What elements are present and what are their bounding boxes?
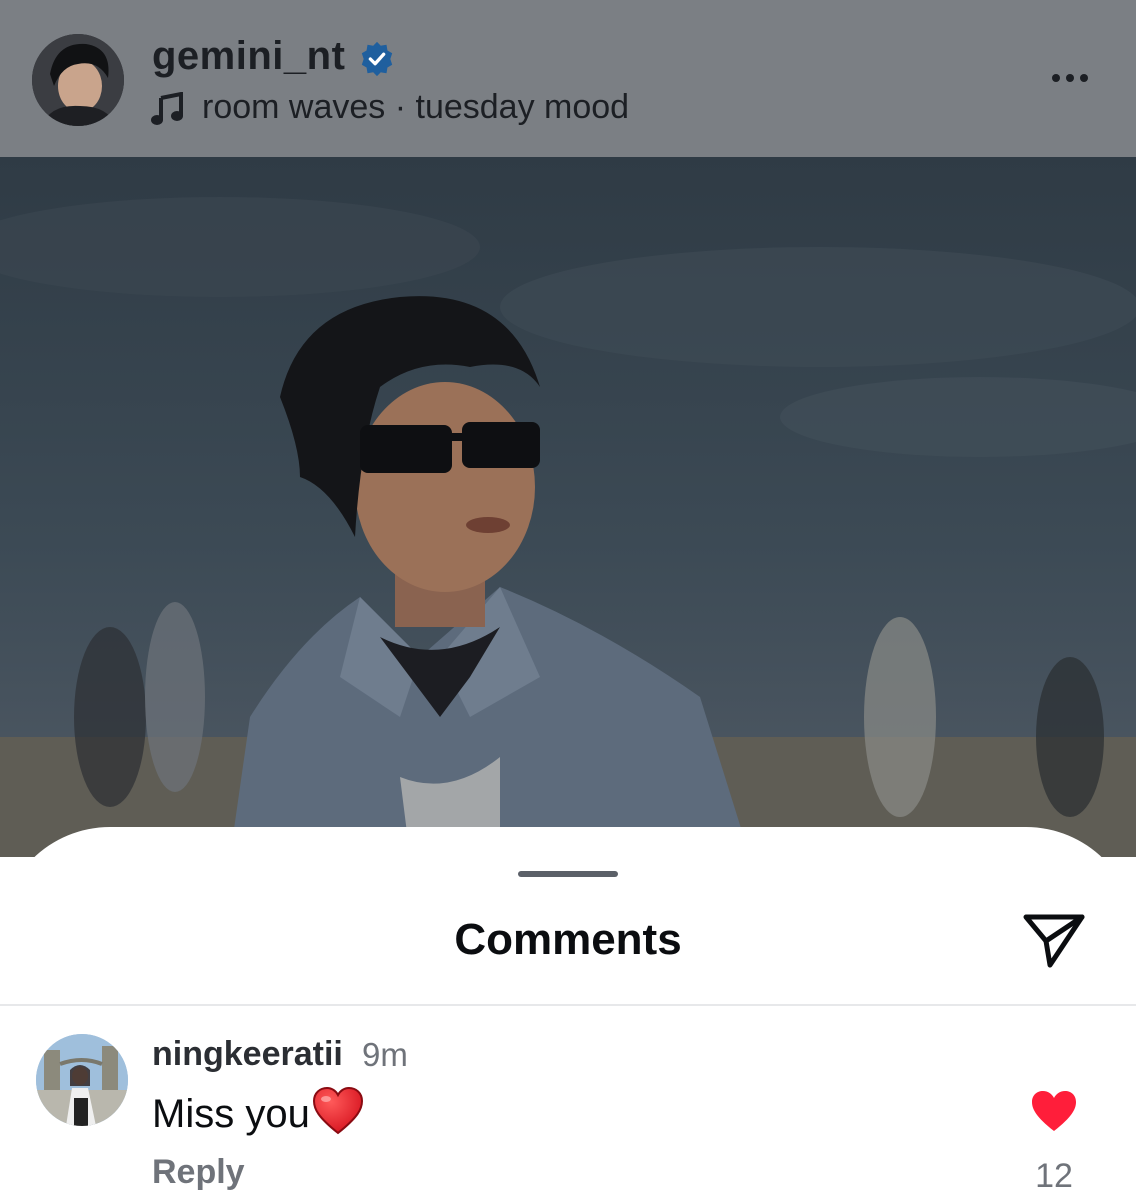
comments-title: Comments — [454, 915, 682, 964]
comment-text: Miss you — [152, 1087, 364, 1137]
profile-avatar[interactable] — [32, 34, 124, 126]
like-count: 12 — [1035, 1157, 1073, 1195]
audio-track-label[interactable]: room waves · tuesday mood — [202, 88, 629, 127]
more-dot-icon — [1052, 74, 1060, 82]
more-options-button[interactable] — [1040, 60, 1100, 96]
sheet-divider — [0, 1004, 1136, 1006]
comment-text-content: Miss you — [152, 1092, 310, 1136]
like-heart-icon[interactable] — [1030, 1089, 1078, 1133]
red-heart-emoji-icon — [312, 1087, 363, 1135]
comments-sheet: Comments ningkeeratii 9m Miss you Reply … — [0, 827, 1136, 1200]
post-photo — [0, 157, 1136, 857]
music-note-icon — [151, 92, 183, 125]
post-header: gemini_nt room waves · tuesday mood — [0, 0, 1136, 157]
comment-timestamp: 9m — [362, 1036, 408, 1073]
comment-avatar[interactable] — [36, 1034, 128, 1126]
comment-username[interactable]: ningkeeratii — [152, 1035, 343, 1074]
share-send-icon[interactable] — [1020, 909, 1088, 971]
post-username[interactable]: gemini_nt — [152, 34, 345, 79]
reply-button[interactable]: Reply — [152, 1153, 245, 1192]
verified-badge-icon — [361, 41, 393, 77]
sheet-drag-handle[interactable] — [518, 871, 618, 877]
more-dot-icon — [1080, 74, 1088, 82]
more-dot-icon — [1066, 74, 1074, 82]
